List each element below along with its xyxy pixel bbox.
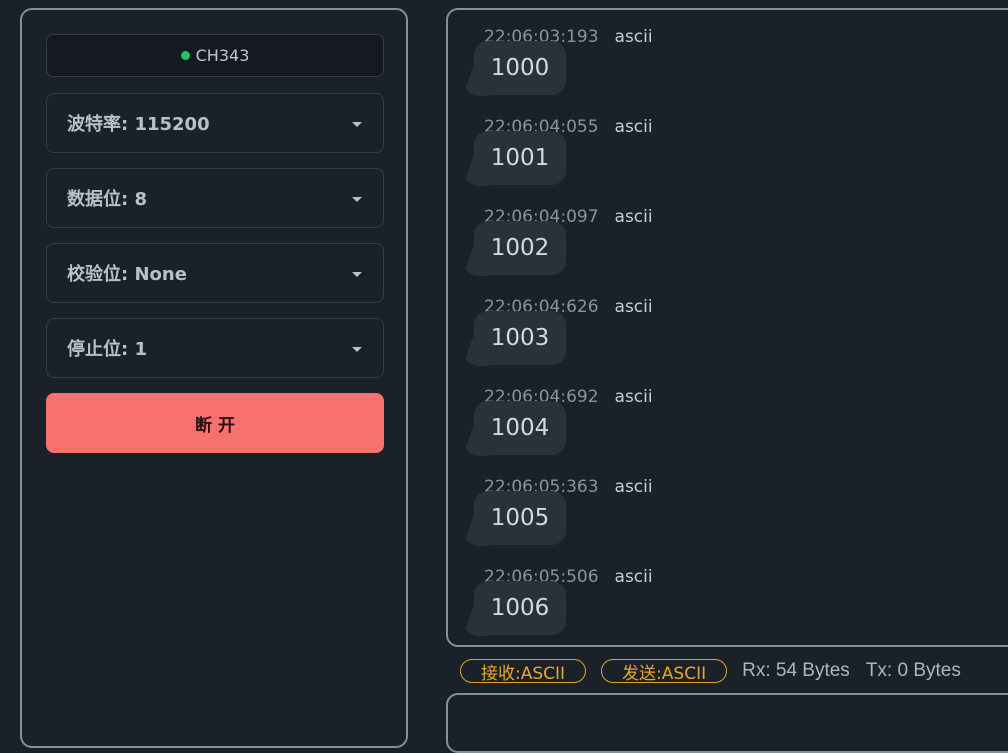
chevron-down-icon (352, 197, 362, 202)
port-indicator[interactable]: CH343 (46, 34, 384, 77)
message-encoding: ascii (614, 477, 653, 497)
rx-mode-toggle[interactable]: 接收:ASCII (460, 659, 587, 684)
baud-rate-select[interactable]: 波特率: 115200 (46, 93, 384, 153)
parity-value: 校验位: None (67, 264, 187, 285)
message-bubble: 1004 (474, 401, 566, 455)
data-bits-select[interactable]: 数据位: 8 (46, 168, 384, 228)
message-bubble: 1005 (474, 491, 566, 545)
rx-byte-count: Rx: 54 Bytes (742, 660, 850, 681)
message-encoding: ascii (614, 387, 653, 407)
chevron-down-icon (352, 347, 362, 352)
send-panel[interactable] (446, 693, 1008, 753)
message-encoding: ascii (614, 297, 653, 317)
baud-rate-value: 波特率: 115200 (67, 114, 210, 135)
stop-bits-value: 停止位: 1 (67, 339, 147, 360)
message-encoding: ascii (614, 207, 653, 227)
parity-select[interactable]: 校验位: None (46, 243, 384, 303)
message-encoding: ascii (614, 567, 653, 587)
tx-mode-toggle[interactable]: 发送:ASCII (601, 659, 728, 684)
message-bubble: 1006 (474, 581, 566, 635)
chevron-down-icon (352, 272, 362, 277)
chevron-down-icon (352, 122, 362, 127)
message-encoding: ascii (614, 27, 653, 47)
port-name: CH343 (195, 46, 250, 65)
message-bubble: 1000 (474, 41, 566, 95)
tx-byte-count: Tx: 0 Bytes (865, 660, 961, 681)
status-dot-icon (180, 51, 190, 60)
message-bubble: 1001 (474, 131, 566, 185)
message-log[interactable]: 22:06:03:193 ascii 1000 22:06:04:055 ascii 10… (446, 8, 1008, 647)
status-bar: 接收:ASCII 发送:ASCII Rx: 54 Bytes Tx: 0 Byt… (460, 657, 977, 685)
data-bits-value: 数据位: 8 (67, 189, 147, 210)
message-bubble: 1003 (474, 311, 566, 365)
disconnect-button[interactable]: 断 开 (46, 393, 384, 453)
stop-bits-select[interactable]: 停止位: 1 (46, 318, 384, 378)
message-bubble: 1002 (474, 221, 566, 275)
message-encoding: ascii (614, 117, 653, 137)
